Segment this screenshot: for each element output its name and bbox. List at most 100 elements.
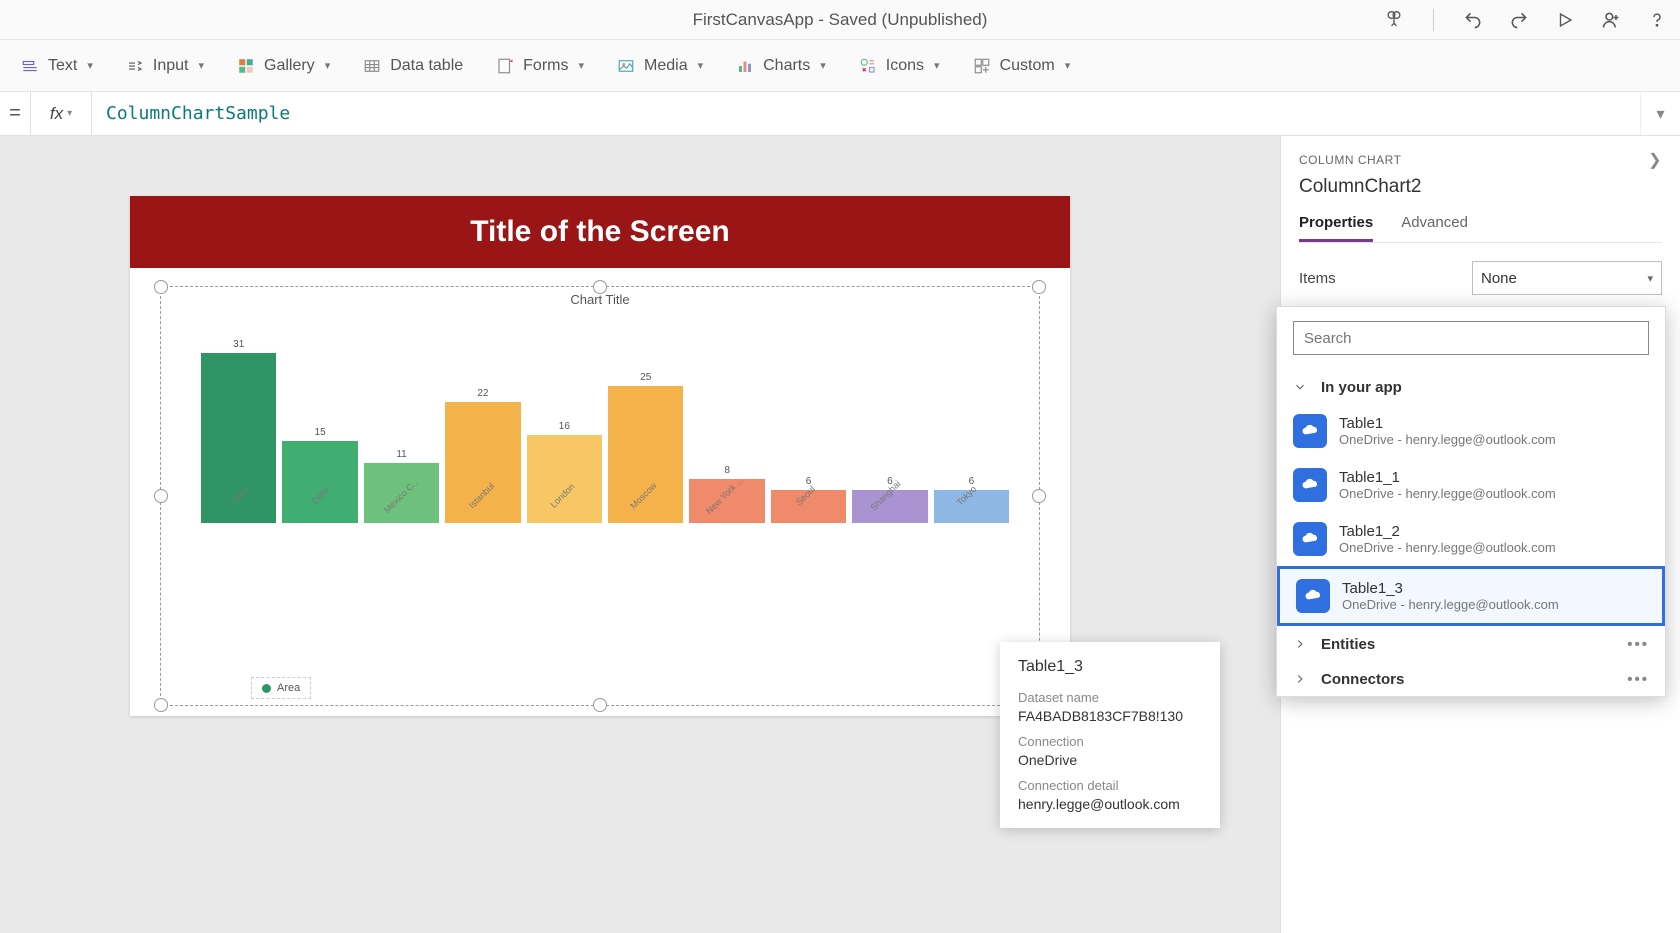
chevron-down-icon: ▾ <box>325 59 331 72</box>
bar-value-label: 8 <box>724 465 730 476</box>
chart-title[interactable]: Chart Title <box>161 289 1039 310</box>
panel-tabs: Properties Advanced <box>1299 214 1662 243</box>
text-icon <box>20 56 40 76</box>
resize-handle[interactable] <box>154 698 168 712</box>
connection-label: Connection <box>1018 734 1202 749</box>
input-icon <box>125 56 145 76</box>
formula-expand-icon[interactable]: ▾ <box>1640 92 1680 135</box>
bar-rect <box>282 441 357 523</box>
charts-icon <box>735 56 755 76</box>
datasource-items: Table1OneDrive - henry.legge@outlook.com… <box>1277 404 1665 626</box>
chart-bar[interactable]: 16 <box>527 421 602 523</box>
datasource-item[interactable]: Table1_2OneDrive - henry.legge@outlook.c… <box>1277 512 1665 566</box>
ribbon-custom[interactable]: Custom ▾ <box>972 56 1071 76</box>
chevron-right-icon <box>1293 672 1309 688</box>
canvas-frame[interactable]: Title of the Screen Chart Title 31 15 11 22… <box>130 196 1070 716</box>
chevron-down-icon <box>1293 380 1309 396</box>
share-user-icon[interactable] <box>1600 9 1622 31</box>
ribbon-gallery[interactable]: Gallery ▾ <box>236 56 330 76</box>
gallery-icon <box>236 56 256 76</box>
connection-detail-label: Connection detail <box>1018 778 1202 793</box>
control-name: ColumnChart2 <box>1299 176 1662 198</box>
ds-item-title: Table1_3 <box>1342 580 1559 597</box>
formula-equals: = <box>0 102 30 125</box>
bar-rect <box>445 402 520 523</box>
title-actions <box>1383 9 1668 31</box>
title-bar: FirstCanvasApp - Saved (Unpublished) <box>0 0 1680 40</box>
chart-xaxis: CairoDelhiMexico C...IstanbulLondonMosco… <box>201 527 1009 537</box>
search-input[interactable] <box>1293 321 1649 355</box>
section-entities[interactable]: Entities ••• <box>1277 626 1665 661</box>
bar-value-label: 11 <box>396 449 406 460</box>
bar-value-label: 31 <box>233 339 244 350</box>
datasource-item[interactable]: Table1_1OneDrive - henry.legge@outlook.c… <box>1277 458 1665 512</box>
screen-title: Title of the Screen <box>130 196 1070 268</box>
section-connectors[interactable]: Connectors ••• <box>1277 661 1665 696</box>
undo-icon[interactable] <box>1462 9 1484 31</box>
prop-items-value: None <box>1481 270 1517 287</box>
ribbon-icons-label: Icons <box>886 57 924 75</box>
formula-bar: = fx▾ ▾ <box>0 92 1680 136</box>
section-label: Entities <box>1321 636 1375 653</box>
ds-item-subtitle: OneDrive - henry.legge@outlook.com <box>1342 597 1559 612</box>
panel-header: COLUMN CHART ❯ <box>1299 150 1662 170</box>
prop-items-row: Items None▾ <box>1299 261 1662 295</box>
chevron-down-icon: ▾ <box>87 59 93 72</box>
bar-value-label: 16 <box>559 421 570 432</box>
play-icon[interactable] <box>1554 9 1576 31</box>
section-in-your-app[interactable]: In your app <box>1277 369 1665 404</box>
ribbon-input[interactable]: Input▾ <box>125 56 204 76</box>
chevron-down-icon: ▾ <box>1065 59 1071 72</box>
help-icon[interactable] <box>1646 9 1668 31</box>
ribbon-text[interactable]: Text▾ <box>20 56 93 76</box>
redo-icon[interactable] <box>1508 9 1530 31</box>
onedrive-icon <box>1296 579 1330 613</box>
datasource-info-card: Table1_3 Dataset name FA4BADB8183CF7B8!1… <box>1000 642 1220 828</box>
custom-icon <box>972 56 992 76</box>
chart-legend[interactable]: Area <box>251 677 311 699</box>
resize-handle[interactable] <box>593 698 607 712</box>
ribbon-forms-label: Forms <box>523 57 568 75</box>
ribbon-gallery-label: Gallery <box>264 57 315 75</box>
ribbon-forms[interactable]: Forms ▾ <box>495 56 584 76</box>
resize-handle[interactable] <box>154 489 168 503</box>
prop-items-select[interactable]: None▾ <box>1472 261 1662 295</box>
app-title: FirstCanvasApp - Saved (Unpublished) <box>693 10 988 30</box>
bar-rect <box>608 386 683 523</box>
onedrive-icon <box>1293 522 1327 556</box>
more-icon[interactable]: ••• <box>1627 636 1649 653</box>
chart-bar[interactable]: 15 <box>282 427 357 523</box>
fx-button[interactable]: fx▾ <box>30 92 92 135</box>
tab-properties[interactable]: Properties <box>1299 214 1373 242</box>
datasource-item[interactable]: Table1_3OneDrive - henry.legge@outlook.c… <box>1277 566 1665 626</box>
chart-selection[interactable]: Chart Title 3115112216258666 CairoDelhiM… <box>160 286 1040 706</box>
bar-value-label: 25 <box>640 372 651 383</box>
chevron-down-icon: ▾ <box>934 59 940 72</box>
info-card-title: Table1_3 <box>1018 658 1202 676</box>
ribbon-charts[interactable]: Charts▾ <box>735 56 826 76</box>
chart-bar[interactable]: 22 <box>445 388 520 523</box>
ribbon: Text▾ Input▾ Gallery▾ Data table Forms▾ … <box>0 40 1680 92</box>
media-icon <box>616 56 636 76</box>
chevron-down-icon: ▾ <box>578 59 584 72</box>
ds-item-subtitle: OneDrive - henry.legge@outlook.com <box>1339 486 1556 501</box>
separator <box>1433 9 1434 31</box>
formula-input[interactable] <box>92 92 1640 135</box>
health-icon[interactable] <box>1383 9 1405 31</box>
panel-header-label: COLUMN CHART <box>1299 153 1401 167</box>
ribbon-icons[interactable]: Icons ▾ <box>858 56 940 76</box>
chart-bar[interactable]: 11 <box>364 449 439 523</box>
tab-advanced[interactable]: Advanced <box>1401 214 1468 242</box>
chevron-down-icon: ▾ <box>820 59 826 72</box>
panel-collapse-icon[interactable]: ❯ <box>1648 150 1662 170</box>
ds-item-subtitle: OneDrive - henry.legge@outlook.com <box>1339 432 1556 447</box>
ds-item-title: Table1_2 <box>1339 523 1556 540</box>
ribbon-custom-label: Custom <box>1000 57 1055 75</box>
icons-icon <box>858 56 878 76</box>
datasource-item[interactable]: Table1OneDrive - henry.legge@outlook.com <box>1277 404 1665 458</box>
ribbon-data-table[interactable]: Data table <box>362 56 463 76</box>
prop-items-label: Items <box>1299 270 1336 287</box>
ribbon-media[interactable]: Media▾ <box>616 56 703 76</box>
more-icon[interactable]: ••• <box>1627 671 1649 688</box>
resize-handle[interactable] <box>1032 489 1046 503</box>
